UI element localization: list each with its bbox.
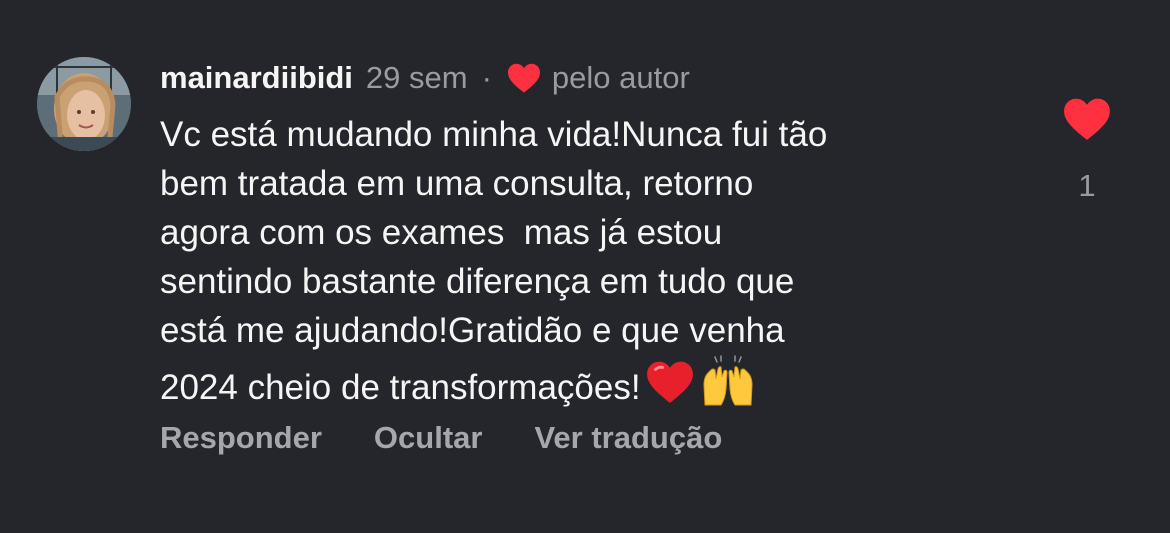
see-translation-button[interactable]: Ver tradução (534, 420, 722, 456)
comment-text-line: sentindo bastante diferença em tudo que (160, 262, 795, 301)
reply-button[interactable]: Responder (160, 420, 322, 456)
timestamp: 29 sem (365, 60, 468, 95)
like-heart-icon[interactable] (1062, 96, 1112, 142)
hide-button[interactable]: Ocultar (374, 420, 483, 456)
comment: mainardiibidi 29 sem · pelo autor Vc est… (0, 0, 1170, 533)
comment-text: Vc está mudando minha vida!Nunca fui tão… (160, 110, 1040, 412)
username[interactable]: mainardiibidi (160, 60, 353, 96)
comment-text-line: agora com os exames mas já estou (160, 213, 723, 252)
comment-like-area: 1 (1052, 96, 1122, 204)
comment-header: mainardiibidi 29 sem · pelo autor (160, 56, 690, 100)
comment-actions: Responder Ocultar Ver tradução (160, 420, 722, 456)
separator-dot: · (481, 60, 492, 95)
liked-by-author-label: pelo autor (551, 60, 690, 95)
comment-text-last-line: 2024 cheio de transformações! (160, 355, 1040, 412)
author-liked-heart-icon (506, 62, 542, 94)
comment-text-line: Vc está mudando minha vida!Nunca fui tão (160, 115, 828, 154)
avatar[interactable] (37, 57, 131, 151)
raising-hands-emoji-icon (699, 355, 757, 407)
comment-text-line: está me ajudando!Gratidão e que venha (160, 311, 785, 350)
red-heart-emoji-icon (645, 359, 695, 405)
comment-text-line: bem tratada em uma consulta, retorno (160, 164, 754, 203)
like-count[interactable]: 1 (1052, 168, 1122, 204)
comment-text-line: 2024 cheio de transformações! (160, 368, 641, 407)
